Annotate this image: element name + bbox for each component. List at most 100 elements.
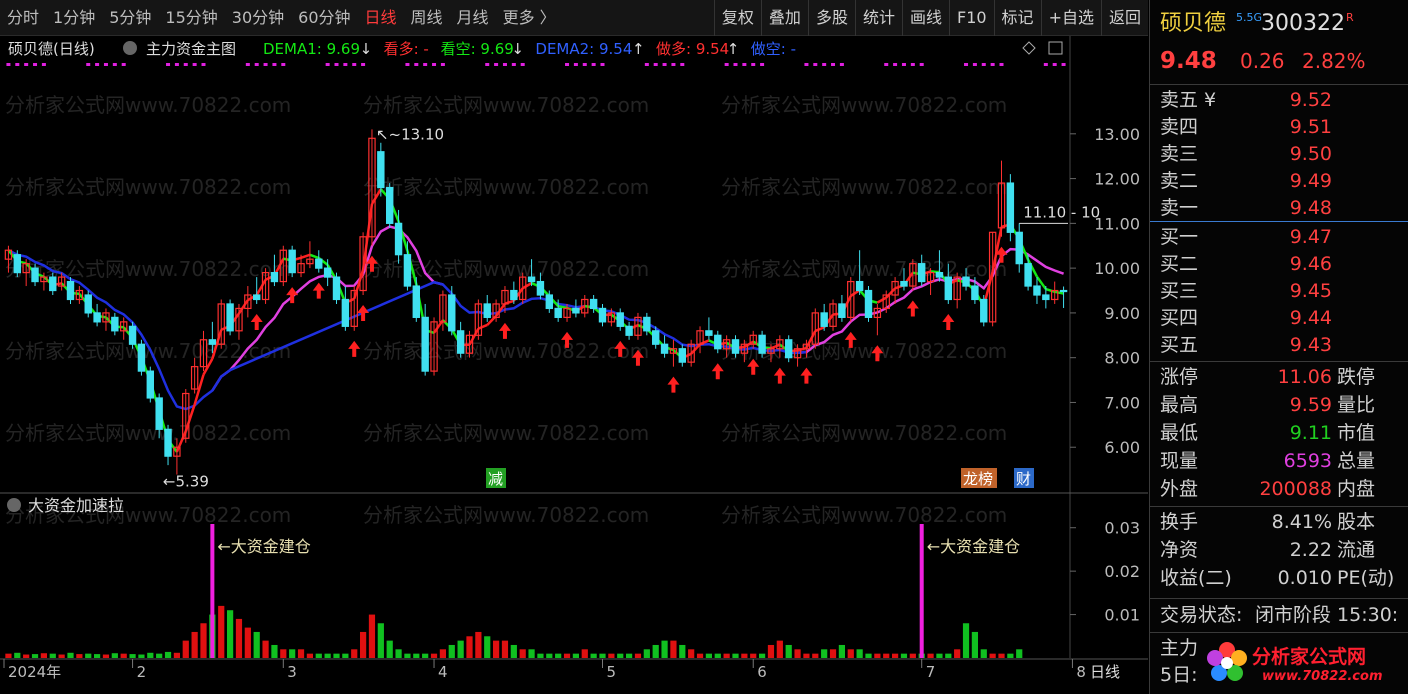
candle-body	[270, 272, 279, 283]
divider	[1150, 598, 1408, 599]
bid-row-1-value: 9.46	[1289, 253, 1332, 275]
tool-button-0[interactable]: 复权	[713, 0, 761, 36]
volume-bar	[14, 652, 21, 658]
candle-body	[971, 285, 979, 301]
volume-bar	[164, 651, 172, 658]
signal-dot	[432, 63, 437, 66]
candle-body	[758, 334, 766, 354]
tool-button-5[interactable]: F10	[948, 0, 994, 36]
stock-header: 硕贝德 5.5G 300322 R	[1150, 10, 1408, 40]
signal-dot	[121, 63, 126, 66]
watermark-text: 分析家公式网www.70822.com	[721, 175, 1007, 199]
market-badge: 5.5G	[1236, 11, 1263, 24]
signal-dot	[511, 63, 516, 66]
candle-body	[589, 298, 598, 310]
chart-canvas[interactable]: 分析家公式网www.70822.com 分析家公式网www.70822.com 分析…	[0, 36, 1148, 694]
signal-dot	[485, 63, 490, 66]
fin-row-2-value: 0.010	[1277, 567, 1332, 589]
tool-button-6[interactable]: 标记	[993, 0, 1041, 36]
period-tab-8[interactable]: 月线	[450, 0, 496, 36]
stat-row-1: 最高 9.59 量比	[1150, 392, 1408, 419]
tool-button-7[interactable]: +自选	[1040, 0, 1101, 36]
signal-dot	[254, 63, 259, 66]
volume-bar	[563, 653, 571, 658]
risk-flag: R	[1346, 11, 1354, 24]
signal-dot	[910, 63, 915, 66]
stock-name: 硕贝德	[1160, 11, 1227, 36]
signal-dot	[272, 63, 277, 66]
volume-bar	[510, 644, 517, 658]
volume-bar	[253, 631, 260, 658]
volume-bar	[147, 652, 154, 658]
period-tab-0[interactable]: 分时	[0, 0, 46, 36]
accel-spike	[919, 524, 924, 658]
fin-row-1-value: 2.22	[1289, 539, 1332, 561]
month-label-5: 6	[757, 663, 767, 681]
five-day-label: 5日:	[1160, 664, 1198, 686]
tool-button-2[interactable]: 多股	[807, 0, 855, 36]
logo-text: 分析家公式网	[1252, 646, 1367, 668]
period-tab-3[interactable]: 15分钟	[158, 0, 224, 36]
volume-bar	[634, 653, 642, 658]
period-tab-4[interactable]: 30分钟	[225, 0, 291, 36]
tool-button-3[interactable]: 统计	[854, 0, 902, 36]
volume-bar	[448, 644, 455, 658]
candle-body	[31, 267, 39, 283]
stat-row-2-label: 最低	[1160, 422, 1199, 444]
price-tick-label: 12.00	[1094, 170, 1140, 189]
accel-spike	[210, 524, 215, 658]
period-tab-9[interactable]: 更多 〉	[496, 0, 563, 36]
chevron-down-icon	[123, 41, 137, 55]
high-price-label: ↖~13.10	[376, 125, 444, 143]
period-tab-5[interactable]: 60分钟	[291, 0, 357, 36]
ask-row-4-label: 卖一	[1160, 197, 1199, 219]
candle-body	[944, 276, 953, 301]
month-label-4: 5	[607, 663, 617, 681]
volume-bar	[156, 653, 163, 658]
volume-bar	[803, 653, 810, 658]
accel-annotation-1: ←大资金建仓	[927, 537, 1020, 556]
volume-bar	[688, 649, 695, 658]
period-tab-7[interactable]: 周线	[404, 0, 450, 36]
candle-body	[13, 254, 22, 274]
volume-bar	[696, 653, 704, 658]
price-tick-label: 7.00	[1104, 393, 1140, 412]
volume-bar	[732, 653, 739, 658]
signal-dot	[1061, 63, 1066, 66]
legend-item-3: DEMA2: 9.54	[535, 40, 632, 58]
candle-body	[483, 303, 491, 318]
volume-bar	[670, 640, 677, 658]
watermark-text: 分析家公式网www.70822.com	[5, 175, 291, 199]
volume-bar	[847, 649, 854, 658]
accel-annotation-0: ←大资金建仓	[217, 537, 310, 556]
watermark-text: 分析家公式网www.70822.com	[363, 175, 649, 199]
candle-body	[93, 312, 101, 323]
legend-arrow-icon: ↑	[727, 40, 740, 58]
watermark-text: 分析家公式网www.70822.com	[721, 503, 1007, 527]
candle-body	[155, 397, 163, 430]
fin-row-0: 换手 8.41% 股本	[1150, 509, 1408, 536]
tool-button-1[interactable]: 叠加	[760, 0, 808, 36]
ask-row-4-value: 9.48	[1289, 197, 1332, 219]
tool-button-8[interactable]: 返回	[1100, 0, 1148, 36]
volume-bar	[262, 640, 269, 658]
volume-bar	[661, 640, 668, 658]
volume-bar	[93, 654, 101, 658]
period-tab-6[interactable]: 日线	[358, 0, 404, 36]
low-price-label: ←5.39	[163, 473, 209, 491]
signal-dot	[6, 63, 11, 66]
tool-button-4[interactable]: 画线	[901, 0, 949, 36]
volume-bar	[954, 649, 961, 658]
ask-row-3: 卖二 9.49	[1150, 168, 1408, 195]
fin-row-0-label: 换手	[1160, 511, 1199, 533]
stat-row-3: 现量 6593 总量	[1150, 448, 1408, 475]
signal-dot	[33, 63, 38, 66]
legend-item-2: 看空: 9.69	[441, 40, 514, 58]
volume-bar	[324, 653, 331, 658]
period-tab-2[interactable]: 5分钟	[102, 0, 158, 36]
candle-body	[1024, 263, 1032, 287]
sub-chart-title: 大资金加速拉	[28, 496, 124, 515]
volume-bar	[386, 640, 393, 658]
stat-row-0-right-label: 跌停	[1337, 366, 1376, 388]
period-tab-1[interactable]: 1分钟	[46, 0, 102, 36]
